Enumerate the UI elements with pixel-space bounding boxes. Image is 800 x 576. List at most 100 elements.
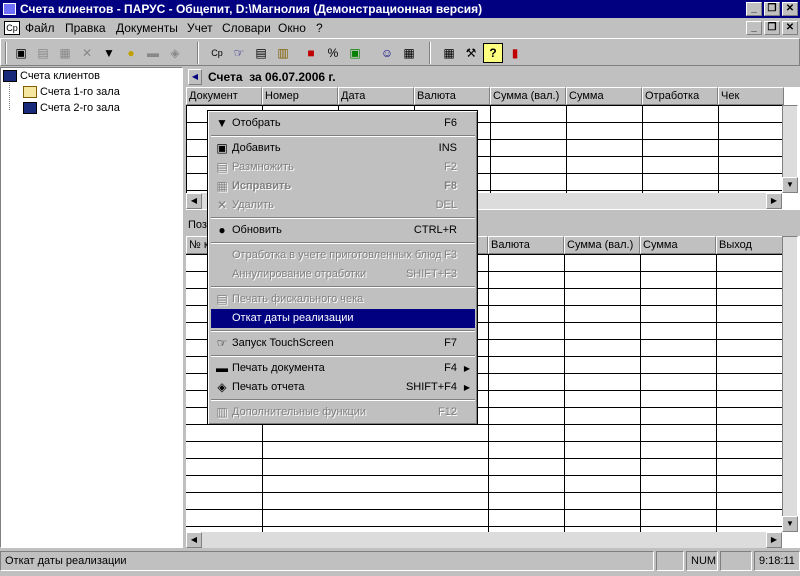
tools-icon[interactable]: ⚒ — [461, 43, 481, 63]
menu-item-label: Печать документа — [232, 362, 325, 374]
exit-icon[interactable]: ▮ — [505, 43, 525, 63]
scroll-left-arrow-icon[interactable]: ◀ — [186, 532, 202, 548]
scroll-left-arrow-icon[interactable]: ◀ — [186, 193, 202, 209]
delete-icon[interactable]: ✕ — [77, 43, 97, 63]
context-menu-item[interactable]: Аннулирование отработки SHIFT+F3 — [211, 265, 475, 284]
top-panel-title: Счета за 06.07.2006 г. — [208, 70, 336, 84]
notes-icon[interactable]: ▥ — [273, 43, 293, 63]
menu-item-shortcut: SHIFT+F4 — [405, 381, 457, 393]
menu-documents[interactable]: Документы — [116, 21, 178, 35]
new-doc-icon[interactable]: ▣ — [11, 43, 31, 63]
tree-item-label: Счета 1-го зала — [40, 86, 120, 98]
context-menu-item[interactable]: ✕ Удалить DEL — [211, 196, 475, 215]
menu-item-shortcut: DEL — [435, 199, 457, 211]
menu-dictionaries[interactable]: Словари — [222, 21, 271, 35]
menu-item-label: Добавить — [232, 142, 281, 154]
menu-item-label: Отработка в учете приготовленных блюд — [232, 249, 442, 261]
context-menu-item[interactable]: ▤ Размножить F2 — [211, 158, 475, 177]
menu-item-shortcut: F8 — [444, 180, 457, 192]
col-header[interactable]: Валюта — [414, 87, 490, 105]
context-menu-item[interactable]: ▬ Печать документа F4 ▶ — [211, 359, 475, 378]
percent-icon[interactable]: % — [323, 43, 343, 63]
tree-item-hall-2[interactable]: Счета 2-го зала — [23, 102, 120, 114]
menu-red-icon[interactable]: ■ — [301, 43, 321, 63]
people-icon[interactable]: ☺ — [377, 43, 397, 63]
tree-root[interactable]: Счета клиентов — [3, 70, 100, 82]
doc-cp-icon[interactable]: Cp — [207, 43, 227, 63]
minimize-button[interactable]: _ — [746, 2, 762, 16]
menu-help[interactable]: ? — [316, 21, 323, 35]
collapse-arrow-icon[interactable]: ◀ — [188, 69, 202, 85]
help-icon[interactable]: ? — [483, 43, 503, 63]
context-menu-item[interactable]: ▥ Дополнительные функции F12 — [211, 403, 475, 422]
col-header[interactable]: Выход — [716, 236, 784, 254]
delete-icon: ✕ — [216, 198, 228, 212]
tree-item-label: Счета 2-го зала — [40, 102, 120, 114]
tree-item-hall-1[interactable]: Счета 1-го зала — [23, 86, 120, 98]
mdi-doc-icon[interactable]: Cp — [4, 21, 20, 35]
scroll-down-arrow-icon[interactable]: ▼ — [782, 516, 798, 532]
col-header[interactable]: Номер — [262, 87, 338, 105]
grid-vline — [716, 254, 717, 532]
context-menu-item[interactable]: ▼ Отобрать F6 — [211, 114, 475, 133]
bottom-tab-label[interactable]: Поз — [188, 219, 207, 231]
menu-separator — [211, 135, 475, 137]
col-header[interactable]: Документ — [186, 87, 262, 105]
context-menu-item[interactable]: ▣ Добавить INS — [211, 139, 475, 158]
restore-button[interactable]: ❐ — [764, 2, 780, 16]
blank-icon — [214, 267, 230, 282]
context-menu-item[interactable]: ● Обновить CTRL+R — [211, 221, 475, 240]
touchscreen-icon[interactable]: ☞ — [229, 43, 249, 63]
context-menu-item[interactable]: ▦ Исправить F8 — [211, 177, 475, 196]
col-header[interactable]: Сумма — [566, 87, 642, 105]
functions-icon: ▥ — [216, 405, 228, 419]
v-scrollbar[interactable] — [782, 236, 798, 532]
calendar-icon[interactable]: ▦ — [399, 43, 419, 63]
blank-icon — [214, 311, 230, 326]
context-menu-item[interactable]: Отработка в учете приготовленных блюд F3 — [211, 246, 475, 265]
app-icon[interactable] — [3, 3, 16, 15]
submenu-arrow-icon: ▶ — [463, 383, 470, 392]
cube-icon[interactable]: ◈ — [165, 43, 185, 63]
context-menu-item[interactable]: ☞ Запуск TouchScreen F7 — [211, 334, 475, 353]
list-icon[interactable]: ▤ — [251, 43, 271, 63]
menu-item-label: Отобрать — [232, 117, 281, 129]
mdi-restore-button[interactable]: ❐ — [764, 21, 780, 35]
context-menu-item[interactable]: Откат даты реализации — [211, 309, 475, 328]
menu-file[interactable]: Файл — [25, 21, 55, 35]
mdi-close-button[interactable]: ✕ — [782, 21, 798, 35]
menu-accounting[interactable]: Учет — [187, 21, 213, 35]
menu-item-label: Аннулирование отработки — [232, 268, 367, 280]
menu-window[interactable]: Окно — [278, 21, 306, 35]
scroll-right-arrow-icon[interactable]: ▶ — [766, 532, 782, 548]
context-menu-item[interactable]: ▤ Печать фискального чека — [211, 290, 475, 309]
col-header[interactable]: Валюта — [488, 236, 564, 254]
print-icon[interactable]: ▬ — [143, 43, 163, 63]
col-header[interactable]: Сумма (вал.) — [490, 87, 566, 105]
h-scrollbar[interactable] — [186, 532, 782, 548]
col-header[interactable]: Дата — [338, 87, 414, 105]
copy-icon[interactable]: ▤ — [33, 43, 53, 63]
col-header[interactable]: Чек — [718, 87, 784, 105]
mdi-minimize-button[interactable]: _ — [746, 21, 762, 35]
menu-item-shortcut: F2 — [444, 161, 457, 173]
filter-icon[interactable]: ▼ — [99, 43, 119, 63]
menu-separator — [211, 355, 475, 357]
edit-icon[interactable]: ▦ — [55, 43, 75, 63]
context-menu-item[interactable]: ◈ Печать отчета SHIFT+F4 ▶ — [211, 378, 475, 397]
scroll-down-arrow-icon[interactable]: ▼ — [782, 177, 798, 193]
report-green-icon[interactable]: ▣ — [345, 43, 365, 63]
col-header[interactable]: Сумма (вал.) — [564, 236, 640, 254]
calculator-icon[interactable]: ▦ — [439, 43, 459, 63]
scroll-right-arrow-icon[interactable]: ▶ — [766, 193, 782, 209]
col-header[interactable]: Отработка — [642, 87, 718, 105]
col-header[interactable]: Сумма — [640, 236, 716, 254]
menu-item-label: Откат даты реализации — [232, 312, 354, 324]
menu-separator — [211, 399, 475, 401]
menu-edit[interactable]: Правка — [65, 21, 106, 35]
close-button[interactable]: ✕ — [782, 2, 798, 16]
num-lock-indicator: NUM — [686, 551, 718, 571]
tree-root-label: Счета клиентов — [20, 70, 100, 82]
touchscreen-icon: ☞ — [216, 336, 228, 350]
refresh-icon[interactable]: ● — [121, 43, 141, 63]
